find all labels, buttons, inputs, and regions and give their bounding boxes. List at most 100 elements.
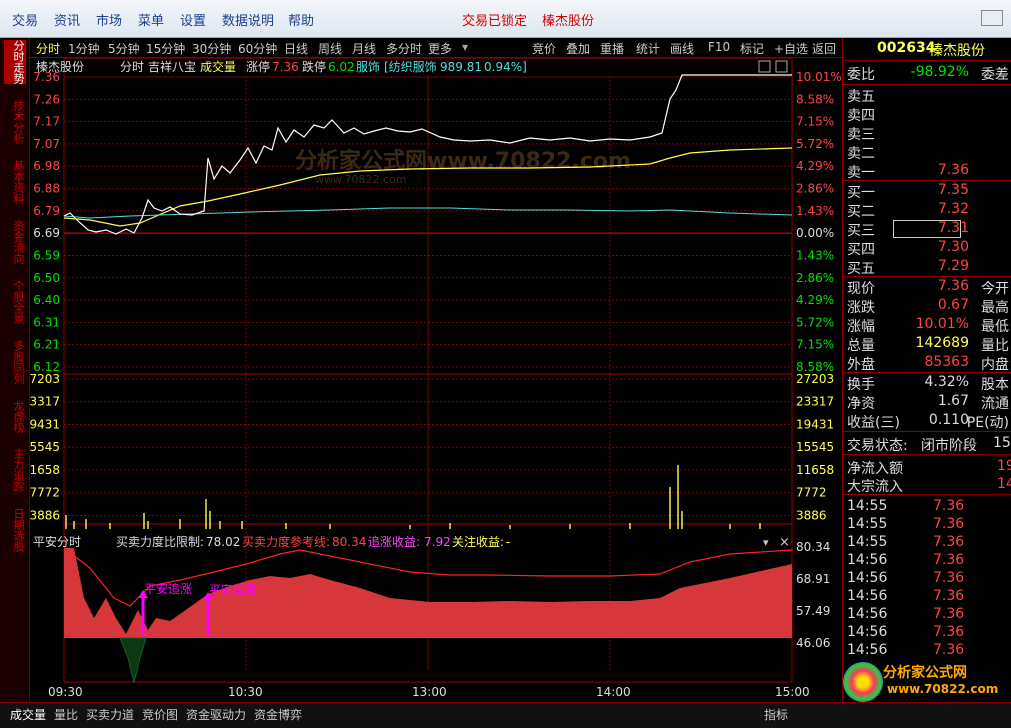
- chart-menu-icon[interactable]: [758, 60, 771, 73]
- price-axis-label: 7.26: [33, 92, 60, 106]
- period-60min[interactable]: 60分钟: [238, 40, 277, 57]
- bottom-tab-fund-drive[interactable]: 资金驱动力: [186, 706, 246, 723]
- bottom-tab-volume-ratio[interactable]: 量比: [54, 706, 78, 723]
- indicator-axis-label: 68.91: [796, 572, 830, 586]
- period-multi-timeshare[interactable]: 多分时: [386, 40, 422, 57]
- quote-stat-row-right: 内盘: [981, 357, 1009, 373]
- bottom-tab-volume[interactable]: 成交量: [10, 706, 46, 723]
- bid-row-value: 7.29: [937, 258, 969, 274]
- time-axis-label: 14:00: [596, 685, 631, 699]
- timeshare-chart[interactable]: 榛杰股份 分时 吉祥八宝 成交量 涨停 7.36 跌停 6.02 服饰 [纺织服…: [30, 58, 842, 702]
- period-5min[interactable]: 5分钟: [108, 40, 140, 57]
- period-day[interactable]: 日线: [284, 40, 308, 57]
- auction-button[interactable]: 竞价: [532, 40, 556, 57]
- bid-row-value: 7.32: [937, 201, 969, 217]
- draw-line-button[interactable]: 画线: [670, 40, 694, 57]
- period-week[interactable]: 周线: [318, 40, 342, 57]
- left-tab-basic[interactable]: 基本资料: [4, 160, 26, 204]
- menu-settings[interactable]: 设置: [180, 10, 206, 29]
- bid-row-label: 买三: [847, 223, 875, 239]
- price-axis-label: 6.21: [33, 338, 60, 352]
- time-axis-label: 13:00: [412, 685, 447, 699]
- chart-expand-icon[interactable]: [775, 60, 788, 73]
- menu-menu[interactable]: 菜单: [138, 10, 164, 29]
- indicator-dropdown-icon[interactable]: ▾: [763, 536, 769, 549]
- logo-flower-icon: [843, 662, 883, 702]
- overlay-button[interactable]: 叠加: [566, 40, 590, 57]
- net-inflow-extra: 19: [997, 458, 1011, 474]
- back-button[interactable]: 返回: [812, 40, 836, 57]
- more-chevron-icon[interactable]: ▾: [462, 40, 468, 54]
- volume-axis-label: 23317: [30, 395, 60, 409]
- finance-stat-row: 净资 1.67 流通: [847, 393, 1009, 412]
- left-tab-technical[interactable]: 技术分析: [4, 100, 26, 144]
- tick-price: 7.36: [933, 552, 965, 568]
- tick-row: 14:56 7.36: [847, 570, 1009, 588]
- left-tab-timeshare[interactable]: 分时走势: [4, 40, 26, 84]
- menu-news[interactable]: 资讯: [54, 10, 80, 29]
- ask-row: 卖五: [847, 86, 1009, 105]
- bottom-tab-auction-chart[interactable]: 竞价图: [142, 706, 178, 723]
- menu-help[interactable]: 帮助: [288, 10, 314, 29]
- sector-name[interactable]: [纺织服饰: [384, 60, 437, 74]
- volume-axis-label: 3886: [30, 508, 60, 522]
- quote-stat-row: 外盘 85363 内盘: [847, 354, 1009, 373]
- pct-axis-label: 7.15%: [796, 338, 834, 352]
- quote-panel: 002634 榛杰股份 委比 -98.92% 委差 卖五 卖四 卖三 卖二 卖一 7.36…: [842, 38, 1011, 702]
- period-1min[interactable]: 1分钟: [68, 40, 100, 57]
- left-tab-dragon[interactable]: 龙虎榜: [4, 400, 26, 433]
- statistics-button[interactable]: 统计: [636, 40, 660, 57]
- pct-axis-label: 7.15%: [796, 115, 834, 129]
- selected-bid-box[interactable]: [893, 220, 961, 238]
- left-tab-fundflow[interactable]: 资金流向: [4, 220, 26, 264]
- left-tab-panorama[interactable]: 个股全景: [4, 280, 26, 324]
- bottom-tab-buy-sell-force[interactable]: 买卖力道: [86, 706, 134, 723]
- pct-axis-label: 4.29%: [796, 293, 834, 307]
- volume-axis-label: 11658: [30, 463, 60, 477]
- bid-row-label: 买四: [847, 242, 875, 258]
- price-axis-label: 7.17: [33, 115, 60, 129]
- replay-button[interactable]: 重播: [600, 40, 624, 57]
- menu-bar: 交易 资讯 市场 菜单 设置 数据说明 帮助 交易已锁定 榛杰股份: [0, 0, 1011, 38]
- tick-price: 7.36: [933, 498, 965, 514]
- quote-stat-row: 现价 7.36 今开: [847, 278, 1009, 297]
- bid-row: 买五 7.29: [847, 258, 1009, 277]
- menu-data-desc[interactable]: 数据说明: [222, 10, 274, 29]
- volume-axis-label-right: 23317: [796, 395, 834, 409]
- indicator-l1: 买卖力度比限制:: [116, 534, 204, 549]
- period-more[interactable]: 更多: [428, 40, 452, 57]
- restore-window-button[interactable]: [981, 10, 1003, 26]
- tick-price: 7.36: [933, 570, 965, 586]
- f10-button[interactable]: F10: [708, 40, 730, 54]
- price-axis-label: 6.40: [33, 293, 60, 307]
- left-tab-date-select[interactable]: 日期选股: [4, 508, 26, 552]
- chart-volume-label: 成交量: [200, 59, 236, 74]
- indicator-v1: 78.02: [206, 535, 240, 549]
- period-15min[interactable]: 15分钟: [146, 40, 185, 57]
- indicator-close-icon[interactable]: ×: [779, 535, 790, 550]
- indicator-v4: -: [506, 535, 510, 549]
- finance-stat-row-right: 股本: [981, 377, 1009, 393]
- sector-pct: 0.94%]: [484, 60, 527, 74]
- left-tab-main-track[interactable]: 主力追踪: [4, 448, 26, 492]
- quote-stat-row-right: 最高: [981, 300, 1009, 316]
- period-month[interactable]: 月线: [352, 40, 376, 57]
- block-inflow-row: 大宗流入 14: [847, 476, 1011, 495]
- menu-trade[interactable]: 交易: [12, 10, 38, 29]
- bottom-indicator-button[interactable]: 指标: [764, 706, 788, 723]
- add-favorite-button[interactable]: +自选: [774, 40, 808, 57]
- left-tab-multi[interactable]: 多股同列: [4, 340, 26, 384]
- period-timeshare[interactable]: 分时: [36, 40, 60, 57]
- bottom-tab-bar: 成交量 量比 买卖力道 竞价图 资金驱动力 资金博弈 指标: [0, 702, 1011, 728]
- tick-time: 14:55: [847, 534, 888, 550]
- bottom-tab-fund-game[interactable]: 资金博弈: [254, 706, 302, 723]
- menu-market[interactable]: 市场: [96, 10, 122, 29]
- tick-price: 7.36: [933, 516, 965, 532]
- finance-stat-row-right: PE(动): [966, 415, 1009, 431]
- period-30min[interactable]: 30分钟: [192, 40, 231, 57]
- quote-stat-row-value: 7.36: [937, 278, 969, 294]
- mark-button[interactable]: 标记: [740, 40, 764, 57]
- period-toolbar: 分时 1分钟 5分钟 15分钟 30分钟 60分钟 日线 周线 月线 多分时 更…: [30, 38, 842, 58]
- tick-price: 7.36: [933, 588, 965, 604]
- finance-stat-row-value: 1.67: [937, 393, 969, 409]
